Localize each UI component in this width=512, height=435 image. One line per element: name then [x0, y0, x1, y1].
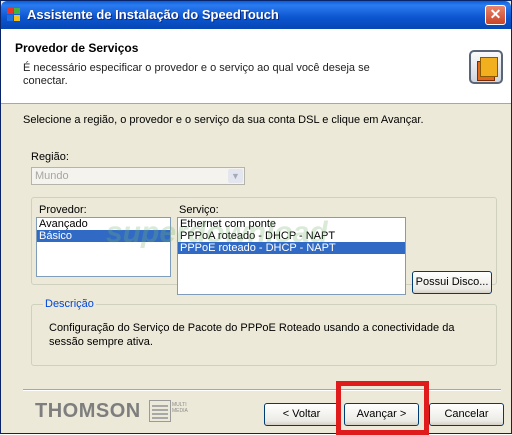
wizard-icon: [469, 50, 503, 84]
thomson-logo: THOMSON: [35, 400, 141, 422]
provider-label: Provedor:: [39, 204, 87, 216]
service-list[interactable]: Ethernet com ponte PPPoA roteado - DHCP …: [177, 217, 406, 295]
thomson-logo-mark: [149, 400, 171, 422]
close-icon[interactable]: ✕: [485, 5, 506, 25]
list-item[interactable]: PPPoA roteado - DHCP - NAPT: [178, 230, 405, 242]
window-title: Assistente de Instalação do SpeedTouch: [27, 7, 279, 22]
page-title: Provedor de Serviços: [15, 41, 139, 55]
provider-list[interactable]: Avançado Básico: [36, 217, 171, 277]
region-select-value: Mundo: [35, 170, 69, 182]
list-item[interactable]: Avançado: [37, 218, 170, 230]
title-bar[interactable]: Assistente de Instalação do SpeedTouch ✕: [1, 1, 511, 29]
description-legend: Descrição: [43, 298, 96, 310]
wizard-header: Provedor de Serviços É necessário especi…: [1, 29, 511, 104]
region-label: Região:: [31, 151, 69, 163]
have-disk-button[interactable]: Possui Disco...: [412, 271, 492, 294]
list-item[interactable]: Ethernet com ponte: [178, 218, 405, 230]
next-button[interactable]: Avançar >: [344, 403, 419, 426]
region-select: Mundo ▼: [31, 167, 245, 185]
footer-divider: [23, 389, 501, 391]
list-item[interactable]: PPPoE roteado - DHCP - NAPT: [178, 242, 405, 254]
instruction-text: Selecione a região, o provedor e o servi…: [23, 114, 424, 126]
service-label: Serviço:: [179, 204, 219, 216]
installer-window: Assistente de Instalação do SpeedTouch ✕…: [0, 0, 512, 435]
list-item[interactable]: Básico: [37, 230, 170, 242]
description-text: Configuração do Serviço de Pacote do PPP…: [49, 322, 455, 348]
cancel-button[interactable]: Cancelar: [429, 403, 504, 426]
back-button[interactable]: < Voltar: [264, 403, 339, 426]
speedtouch-app-icon: [7, 8, 21, 22]
thomson-logo-subtitle: MULTI MEDIA: [172, 402, 188, 414]
page-description: É necessário especificar o provedor e o …: [23, 62, 370, 87]
chevron-down-icon: ▼: [228, 169, 243, 183]
